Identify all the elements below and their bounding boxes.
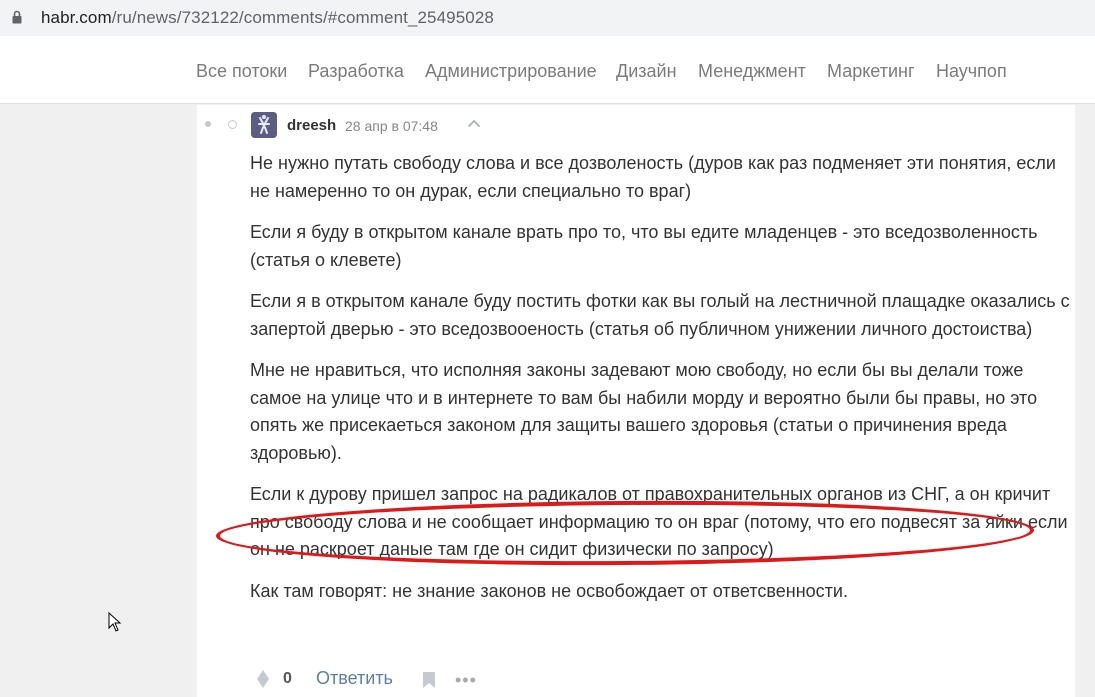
- comment-paragraph: Не нужно путать свободу слова и все дозв…: [250, 153, 1056, 201]
- url-text[interactable]: habr.com/ru/news/732122/comments/#commen…: [41, 8, 494, 28]
- url-domain: habr.com: [41, 8, 112, 27]
- nav-item-admin[interactable]: Администрирование: [425, 61, 597, 82]
- right-gutter: [1075, 105, 1095, 697]
- nav-item-development[interactable]: Разработка: [308, 61, 404, 82]
- comment-body: Не нужно путать свободу слова и все дозв…: [250, 150, 1070, 605]
- bookmark-icon[interactable]: [422, 671, 436, 689]
- nav-item-popsci[interactable]: Научпоп: [936, 61, 1007, 82]
- comment-paragraph: Как там говорят: не знание законов не ос…: [250, 580, 848, 601]
- comment-time[interactable]: 28 апр в 07:48: [345, 118, 438, 134]
- nav-item-design[interactable]: Дизайн: [616, 61, 677, 82]
- url-path: /ru/news/732122/comments/#comment_254950…: [111, 8, 494, 27]
- vote-score: 0: [283, 670, 292, 687]
- nav-item-all[interactable]: Все потоки: [196, 61, 287, 82]
- left-gutter: [0, 105, 197, 697]
- chevron-up-icon[interactable]: [467, 117, 481, 129]
- comment-paragraph: Мне не нравиться, что исполняя законы за…: [250, 360, 1038, 463]
- mouse-cursor-icon: [108, 612, 122, 632]
- comment-paragraph: Если я в открытом канале буду постить фо…: [250, 291, 1070, 339]
- vote-icon[interactable]: [256, 670, 270, 688]
- reply-button[interactable]: Ответить: [316, 668, 393, 689]
- thread-dot: [205, 121, 211, 127]
- nav-item-management[interactable]: Менеджмент: [698, 61, 806, 82]
- avatar-image-icon: [251, 112, 277, 138]
- avatar[interactable]: [251, 112, 277, 138]
- comment-paragraph: Если я буду в открытом канале врать про …: [250, 222, 1038, 270]
- lock-icon: [12, 10, 22, 24]
- address-bar[interactable]: habr.com/ru/news/732122/comments/#commen…: [0, 0, 1095, 36]
- flows-nav: Все потоки Разработка Администрирование …: [0, 36, 1095, 104]
- comment-author[interactable]: dreesh: [287, 117, 336, 134]
- thread-ring: [228, 120, 237, 129]
- more-options-button[interactable]: •••: [455, 670, 477, 691]
- comment-paragraph: Если к дурову пришел запрос на радикалов…: [250, 484, 1068, 559]
- nav-item-marketing[interactable]: Маркетинг: [827, 61, 915, 82]
